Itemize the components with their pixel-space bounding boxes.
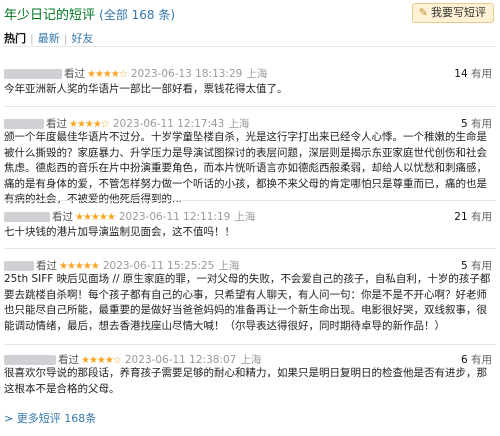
- review-content: 很喜欢尔导说的那段话，养育孩子需要足够的耐心和精力，如果只是明日复明日的检查他是…: [4, 367, 487, 395]
- rating-stars: ★★★★☆: [69, 119, 110, 130]
- page-header: 年少日记的短评 (全部 168 条) ✎ 我要写短评: [0, 0, 500, 28]
- username-redacted[interactable]: [4, 69, 62, 79]
- page-title: 年少日记的短评 (全部 168 条): [4, 4, 175, 23]
- useful-label: 有用: [471, 260, 492, 272]
- useful-count: 6: [460, 354, 468, 366]
- review-meta: 看过 ★★★★★ 2023-06-11 15:25:25 上海: [4, 258, 239, 272]
- tab-separator: |: [63, 32, 68, 45]
- review-location: 上海: [228, 118, 250, 130]
- title-text: 年少日记的短评: [4, 8, 96, 23]
- review-status: 看过: [64, 68, 85, 80]
- review-meta: 看过 ★★★★☆ 2023-06-11 12:17:43 上海: [4, 116, 249, 130]
- review-meta: 看过 ★★★★☆ 2023-06-11 12:38:07 上海: [4, 352, 261, 366]
- review-time[interactable]: 2023-06-11 12:17:43: [113, 118, 225, 130]
- useful-votes[interactable]: 5 有用: [461, 116, 492, 131]
- useful-label: 有用: [471, 211, 492, 223]
- review-location: 上海: [234, 211, 256, 223]
- review-location: 上海: [246, 68, 268, 80]
- review-time[interactable]: 2023-06-11 12:11:19: [119, 211, 231, 223]
- all-reviews-link[interactable]: 全部 168 条: [104, 8, 171, 22]
- username-redacted[interactable]: [4, 355, 56, 365]
- write-review-label: 我要写短评: [431, 6, 486, 19]
- rating-stars: ★★★★☆: [87, 69, 128, 80]
- review-status: 看过: [46, 118, 67, 130]
- tab-separator: |: [30, 32, 34, 45]
- review-content: 七十块钱的港片加导演监制见面会，这不值吗！！: [4, 226, 235, 238]
- review-status: 看过: [58, 354, 79, 366]
- divider: [4, 106, 496, 107]
- useful-label: 有用: [471, 354, 492, 366]
- useful-votes[interactable]: 6 有用: [461, 352, 492, 367]
- review-content: 今年亚洲新人奖的华语片一部比一部好看，票钱花得太值了。: [4, 83, 288, 95]
- review-content: 25th SIFF 映后见面场 // 原生家庭的罪，一对父母的失败，不会爱自己的…: [4, 273, 491, 332]
- useful-votes[interactable]: 5 有用: [461, 258, 492, 273]
- useful-votes[interactable]: 21 有用: [454, 209, 492, 224]
- useful-votes[interactable]: 14 有用: [454, 66, 492, 81]
- useful-count: 5: [460, 118, 468, 130]
- username-redacted[interactable]: [4, 261, 34, 271]
- tab-latest[interactable]: 最新: [38, 32, 60, 45]
- review-meta: 看过 ★★★★☆ 2023-06-13 18:13:29 上海: [4, 66, 267, 80]
- tab-friends[interactable]: 好友: [71, 32, 93, 45]
- divider: [4, 200, 496, 201]
- total-count: (全部 168 条): [99, 8, 176, 22]
- review-content: 颁一个年度最佳华语片不过分。十岁学童坠楼自杀，光是这行字打出来已经令人心悸。一个…: [4, 131, 487, 205]
- username-redacted[interactable]: [4, 212, 50, 222]
- useful-label: 有用: [471, 68, 492, 80]
- write-review-button[interactable]: ✎ 我要写短评: [411, 3, 494, 23]
- review-time[interactable]: 2023-06-11 12:38:07: [125, 354, 237, 366]
- divider: [4, 248, 496, 249]
- tab-hot[interactable]: 热门: [4, 32, 26, 45]
- review-time[interactable]: 2023-06-13 18:13:29: [131, 68, 243, 80]
- review-time[interactable]: 2023-06-11 15:25:25: [103, 260, 215, 272]
- rating-stars: ★★★★★: [59, 261, 100, 272]
- rating-stars: ★★★★★: [75, 212, 116, 223]
- more-reviews-link[interactable]: > 更多短评 168条: [4, 410, 96, 426]
- username-redacted[interactable]: [4, 119, 44, 129]
- divider: [4, 344, 496, 345]
- review-status: 看过: [52, 211, 73, 223]
- divider: [4, 46, 496, 47]
- rating-stars: ★★★★☆: [81, 355, 122, 366]
- useful-count: 14: [454, 68, 468, 80]
- review-meta: 看过 ★★★★★ 2023-06-11 12:11:19 上海: [4, 209, 255, 223]
- sort-tabs: 热门 | 最新 | 好友: [4, 30, 93, 46]
- useful-count: 21: [454, 211, 468, 223]
- review-location: 上海: [240, 354, 262, 366]
- pen-icon: ✎: [418, 6, 428, 19]
- review-location: 上海: [218, 260, 240, 272]
- review-status: 看过: [36, 260, 57, 272]
- useful-count: 5: [460, 260, 468, 272]
- useful-label: 有用: [471, 118, 492, 130]
